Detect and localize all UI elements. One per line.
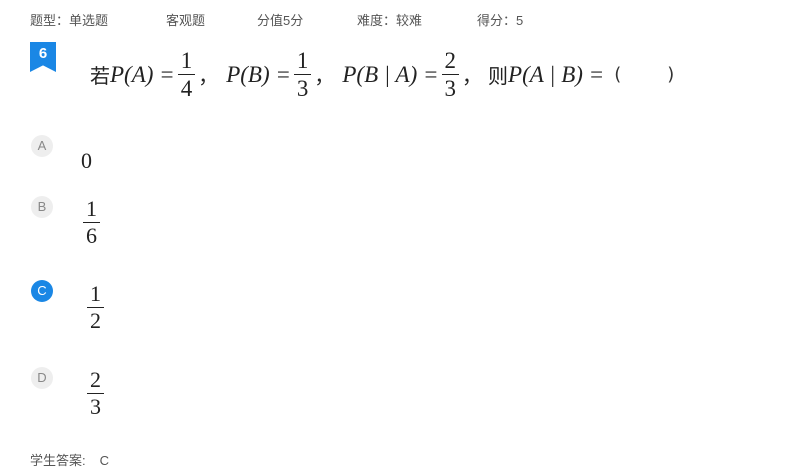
separator: ， [314, 64, 335, 89]
student-answer: 学生答案: C [30, 450, 109, 469]
pb-denominator: 3 [296, 76, 309, 102]
pab-expression: P(A | B) = [508, 61, 605, 87]
question-meta-bar: 题型：单选题 客观题 分值5分 难度：较难 得分：5 [30, 10, 523, 29]
student-answer-value: C [99, 453, 110, 468]
answer-blank: () [614, 64, 674, 85]
paren-open: ( [614, 64, 622, 86]
paren-close: ) [667, 64, 675, 86]
then-word: 则 [488, 64, 509, 89]
pb-expression: P(B) = [226, 61, 291, 87]
question-category: 客观题 [166, 13, 206, 28]
pb-numerator: 1 [293, 48, 312, 76]
pba-expression: P(B | A) = [342, 61, 439, 87]
option-c-denominator: 2 [90, 308, 101, 334]
pa-numerator: 1 [177, 48, 196, 76]
question-score-got: 得分：5 [477, 13, 524, 28]
option-a-value[interactable]: 0 [81, 148, 92, 174]
pb-fraction: 1 3 [293, 48, 312, 102]
option-b-numerator: 1 [83, 196, 100, 224]
question-type: 题型：单选题 [30, 13, 109, 28]
separator: ， [198, 64, 219, 89]
question-prefix: 若 [90, 64, 110, 89]
pba-numerator: 2 [441, 48, 460, 76]
option-d-denominator: 3 [90, 394, 101, 420]
question-difficulty: 难度：较难 [357, 13, 423, 28]
option-d-numerator: 2 [87, 367, 104, 395]
option-b-value[interactable]: 1 6 [80, 196, 103, 249]
option-a-badge[interactable]: A [31, 135, 53, 157]
question-number-flag: 6 [30, 42, 56, 72]
option-d-badge[interactable]: D [31, 367, 53, 389]
question-page: 题型：单选题 客观题 分值5分 难度：较难 得分：5 6 若 P(A) = 1 … [0, 0, 791, 472]
option-c-value[interactable]: 1 2 [84, 281, 107, 334]
option-c-numerator: 1 [87, 281, 104, 309]
option-c-badge[interactable]: C [31, 280, 53, 302]
separator: ， [462, 64, 483, 89]
student-answer-label: 学生答案: [30, 453, 86, 468]
question-score-value: 分值5分 [257, 13, 304, 28]
option-b-denominator: 6 [86, 223, 97, 249]
option-b-badge[interactable]: B [31, 196, 53, 218]
pa-denominator: 4 [180, 76, 193, 102]
pba-fraction: 2 3 [441, 48, 460, 102]
pa-expression: P(A) = [110, 61, 175, 87]
pba-denominator: 3 [444, 76, 457, 102]
option-d-value[interactable]: 2 3 [84, 367, 107, 420]
pa-fraction: 1 4 [177, 48, 196, 102]
question-stem: 若 P(A) = 1 4 ， P(B) = 1 3 ， P(B | A) = 2… [90, 48, 674, 102]
